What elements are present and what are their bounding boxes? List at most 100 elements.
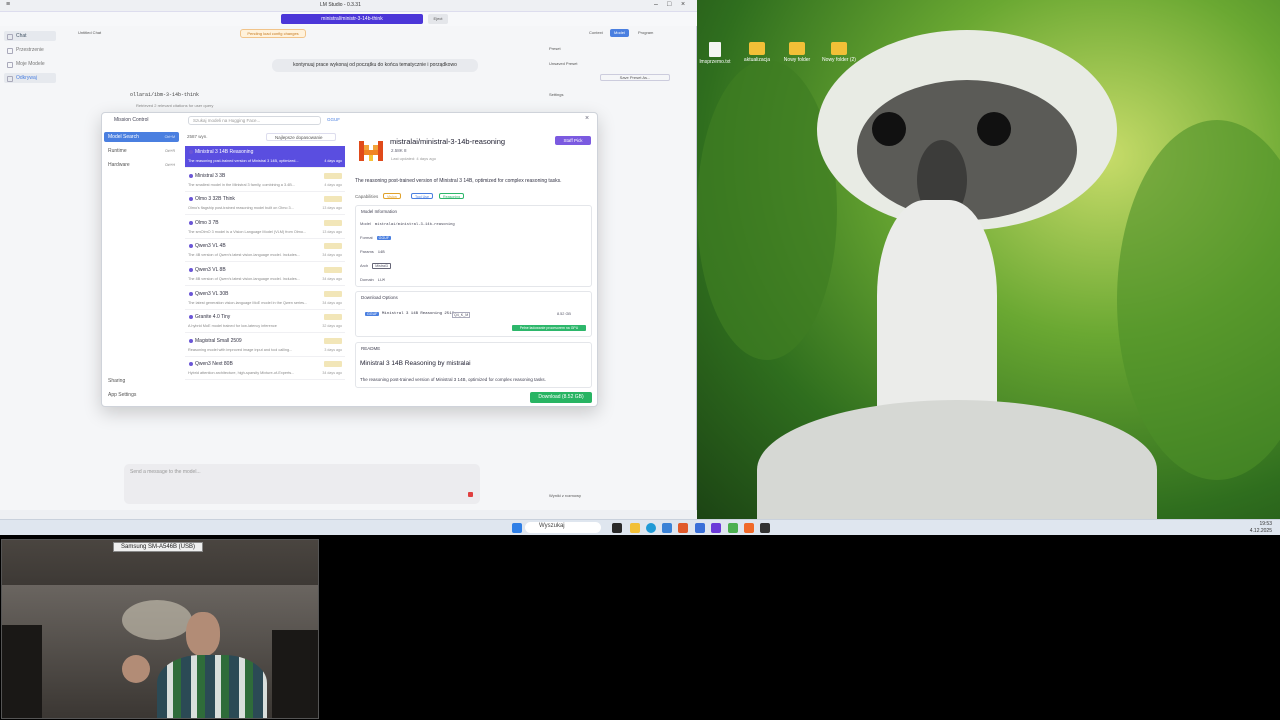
section-header: Download Options — [361, 295, 398, 300]
capability-icons — [324, 337, 342, 344]
verified-icon — [189, 150, 193, 154]
info-model-row: Model mistralai/ministral-3-14b-reasoning — [360, 221, 455, 227]
model-result-age: 4 days ago — [324, 159, 342, 163]
results-label: Wyniki z rozmowy — [549, 493, 581, 498]
sidebar-item-models[interactable]: Moje Modele — [4, 59, 56, 69]
model-search-input[interactable]: Szukaj modeli na Hugging Face... — [188, 116, 321, 125]
model-result-description: The 8B version of Qwen's latest vision-l… — [188, 277, 300, 281]
gpu-offload-badge: Pełne ładowanie procesorem na GPU — [512, 325, 586, 331]
eject-button[interactable]: Eject — [428, 14, 448, 24]
model-information-section: Model Information Model mistralai/ministr… — [355, 205, 592, 287]
model-result-item[interactable]: Qwen3 VL 4B The 4B version of Qwen's late… — [185, 240, 345, 263]
nav-app-settings[interactable]: App Settings — [104, 390, 179, 400]
nav-sharing[interactable]: Sharing — [104, 376, 179, 386]
pending-config-banner[interactable]: Pending load config changes — [240, 29, 306, 38]
model-result-item[interactable]: Ministral 3 14B Reasoning The reasoning p… — [185, 146, 345, 168]
sort-dropdown[interactable]: Najlepsze dopasowanie — [266, 133, 336, 141]
result-count: 2587 wyn. — [187, 134, 208, 139]
sidebar-item-chat[interactable]: Chat — [4, 31, 56, 41]
nav-hardware[interactable]: Hardware Ctrl+H — [104, 160, 179, 170]
stop-icon[interactable] — [468, 492, 473, 497]
model-result-age: 34 days ago — [322, 277, 342, 281]
nav-runtime[interactable]: Runtime Ctrl+R — [104, 146, 179, 156]
obs-icon[interactable] — [744, 523, 754, 533]
download-option-row[interactable]: GGUF Ministral 3 14B Reasoning 2512 Q4_K… — [360, 310, 585, 320]
model-result-name: Qwen3 VL 4B — [195, 243, 226, 250]
capability-icons — [324, 314, 342, 321]
preset-value[interactable]: Unsaved Preset — [549, 61, 577, 66]
gguf-filter-checkbox[interactable]: GGUF — [327, 117, 340, 122]
verified-icon — [189, 291, 193, 296]
model-result-item[interactable]: Olmo 3 7B The smOlmO 3 model is a Vision … — [185, 217, 345, 239]
lm-studio-taskbar-icon[interactable] — [711, 523, 721, 533]
capability-badge: Vision — [383, 193, 401, 199]
model-result-description: The smallest model in the Ministral 3 fa… — [188, 182, 295, 187]
info-format-row: Format GGUF — [360, 235, 392, 240]
quant-tag: Q4_K_M — [452, 312, 471, 318]
info-params-row: Params 14B — [360, 249, 385, 255]
close-icon[interactable]: × — [681, 1, 685, 8]
model-result-description: Reasoning model with improved image inpu… — [188, 347, 293, 352]
desktop-icon-label: Nowy folder (2) — [822, 57, 856, 63]
desktop-folder-icon[interactable]: aktualizacja — [740, 42, 774, 63]
model-result-item[interactable]: Qwen3 VL 8B The 8B version of Qwen's late… — [185, 264, 345, 286]
format-tag: GGUF — [365, 312, 380, 316]
file-explorer-icon[interactable] — [630, 523, 640, 533]
model-result-item[interactable]: Granite 4.0 Tiny A hybrid MoE model train… — [185, 311, 345, 334]
desktop-file-icon[interactable]: lmsprzemo.txt — [698, 42, 732, 65]
window-title: LM Studio - 0.3.31 — [320, 2, 361, 8]
staff-pick-badge[interactable]: Staff Pick — [555, 136, 591, 145]
brave-icon[interactable] — [678, 523, 688, 533]
taskbar-search[interactable]: Wyszukaj — [525, 522, 601, 533]
minimize-icon[interactable]: – — [654, 1, 658, 8]
model-result-age: 34 days ago — [322, 253, 342, 258]
desktop-folder-icon[interactable]: Nowy folder (2) — [822, 42, 856, 63]
model-result-item[interactable]: Magistral Small 2509 Reasoning model with… — [185, 335, 345, 357]
menu-icon[interactable]: ≡ — [6, 1, 10, 8]
model-result-item[interactable]: Olmo 3 32B Think Olmo's flagship post-tra… — [185, 193, 345, 216]
capability-icons — [324, 243, 342, 250]
download-button[interactable]: Download (8.52 GB) — [530, 392, 592, 403]
loaded-model-selector[interactable]: ministral/ministr-3-14b-think — [281, 14, 423, 24]
sidebar-item-discover[interactable]: Odkrywaj — [4, 73, 56, 83]
camera-device-label: Samsung SM-A546B (USB) — [113, 542, 203, 552]
sidebar-item-spaces[interactable]: Przestrzenie — [4, 45, 56, 55]
maximize-icon[interactable]: □ — [667, 1, 671, 8]
settings-label: Settings — [549, 92, 564, 97]
model-result-name: Olmo 3 32B Think — [195, 196, 235, 203]
tab-program[interactable]: Program — [634, 29, 657, 37]
nav-label: Runtime — [108, 148, 127, 154]
store-icon[interactable] — [662, 523, 672, 533]
system-clock[interactable]: 19:53 4.12.2025 — [1250, 521, 1272, 535]
model-result-description: The smOlmO 3 model is a Vision Language … — [188, 229, 307, 234]
verified-icon — [189, 268, 193, 272]
close-modal-icon[interactable]: × — [585, 115, 589, 122]
model-result-item[interactable]: Qwen3 Next 80B Hybrid attention architect… — [185, 358, 345, 381]
capability-icons — [324, 267, 342, 273]
tab-model[interactable]: Model — [610, 29, 629, 37]
capability-icons — [324, 196, 342, 203]
model-result-age: 3 days ago — [324, 347, 342, 352]
desktop-folder-icon[interactable]: Nowy folder — [780, 42, 814, 63]
app-icon[interactable] — [695, 523, 705, 533]
save-preset-button[interactable]: Save Preset As... — [600, 74, 670, 81]
edge-icon[interactable] — [646, 523, 656, 533]
model-result-description: Olmo's flagship post-trained reasoning m… — [188, 206, 294, 211]
github-icon[interactable] — [760, 523, 770, 533]
model-result-name: Ministral 3 3B — [195, 172, 226, 179]
nav-label: Model Search — [108, 134, 139, 140]
readme-title: Ministral 3 14B Reasoning by mistralai — [360, 360, 471, 367]
tab-context[interactable]: Context — [585, 29, 607, 37]
citations-note[interactable]: Retrieved 2 relevant citations for user … — [136, 103, 213, 108]
capability-icons — [324, 290, 342, 297]
model-result-item[interactable]: Ministral 3 3B The smallest model in the … — [185, 170, 345, 192]
nav-model-search[interactable]: Model Search Ctrl+M — [104, 132, 179, 142]
model-result-item[interactable]: Qwen3 VL 30B The latest generation vision… — [185, 288, 345, 310]
model-result-name: Ministral 3 14B Reasoning — [195, 149, 254, 155]
task-view-icon[interactable] — [612, 523, 622, 533]
model-result-age: 34 days ago — [322, 300, 342, 305]
model-result-name: Qwen3 VL 8B — [195, 267, 226, 273]
start-button-icon[interactable] — [512, 523, 522, 533]
chat-tab[interactable]: Untitled Chat — [78, 30, 101, 35]
notepad-icon[interactable] — [728, 523, 738, 533]
